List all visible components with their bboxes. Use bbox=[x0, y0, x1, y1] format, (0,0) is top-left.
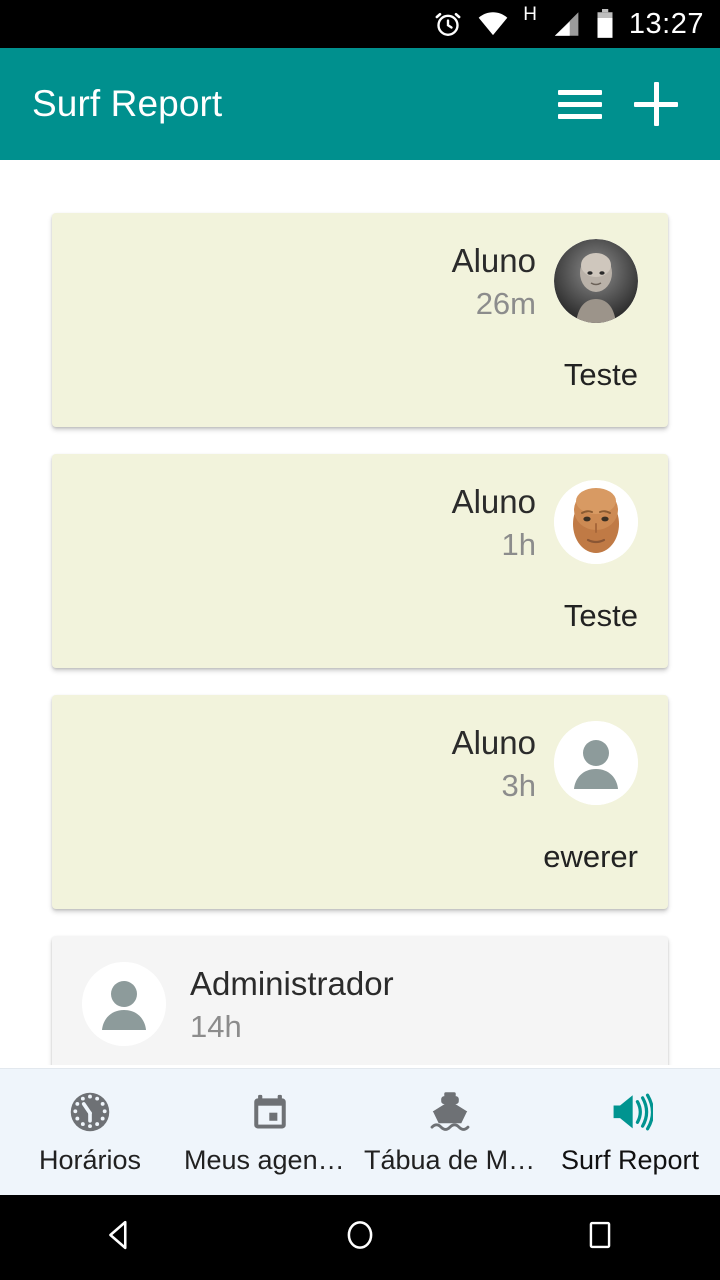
post-author: Aluno bbox=[451, 483, 536, 520]
home-button[interactable] bbox=[315, 1195, 405, 1280]
feed-list[interactable]: Aluno 26m Teste Aluno 1h Teste Aluno 3h … bbox=[0, 160, 720, 1065]
back-triangle-icon bbox=[102, 1217, 138, 1258]
status-bar: H 13:27 bbox=[0, 0, 720, 48]
add-button[interactable] bbox=[624, 72, 688, 136]
app-bar: Surf Report bbox=[0, 48, 720, 160]
post-author: Aluno bbox=[451, 242, 536, 279]
system-navigation-bar bbox=[0, 1195, 720, 1280]
menu-button[interactable] bbox=[548, 72, 612, 136]
page-title: Surf Report bbox=[32, 83, 223, 124]
recents-button[interactable] bbox=[555, 1195, 645, 1280]
post-meta: Aluno 1h bbox=[452, 480, 536, 566]
clock-icon bbox=[68, 1088, 112, 1136]
post-card[interactable]: Administrador 14h teste bbox=[52, 936, 668, 1065]
avatar[interactable] bbox=[82, 962, 166, 1046]
avatar[interactable] bbox=[554, 480, 638, 564]
post-meta: Administrador 14h bbox=[190, 962, 394, 1048]
hamburger-icon bbox=[558, 83, 602, 126]
phone-screen: H 13:27 Surf Report Aluno 26m Teste Alun… bbox=[0, 0, 720, 1280]
post-message: Teste bbox=[563, 598, 638, 633]
plus-icon bbox=[634, 82, 678, 126]
post-card[interactable]: Aluno 3h ewerer bbox=[52, 695, 668, 909]
nav-label: Horários bbox=[38, 1145, 142, 1175]
post-author: Administrador bbox=[190, 965, 394, 1002]
post-time: 1h bbox=[501, 527, 536, 562]
network-type-label: H bbox=[523, 4, 537, 25]
boat-icon bbox=[427, 1088, 473, 1136]
post-meta: Aluno 26m bbox=[452, 239, 536, 325]
feed-top-spacer bbox=[0, 160, 720, 213]
megaphone-icon bbox=[607, 1088, 653, 1136]
signal-icon bbox=[551, 7, 581, 41]
post-time: 3h bbox=[501, 768, 536, 803]
post-time: 14h bbox=[190, 1009, 242, 1044]
back-button[interactable] bbox=[75, 1195, 165, 1280]
recents-square-icon bbox=[583, 1218, 617, 1257]
nav-item-tabua-de-mares[interactable]: Tábua de Marés bbox=[360, 1088, 540, 1176]
bottom-navigation: Horários Meus agenda... Tábua de Mar Sur… bbox=[0, 1068, 720, 1195]
nav-item-surf-report[interactable]: Surf Report bbox=[540, 1088, 720, 1176]
status-bar-clock: 13:27 bbox=[628, 7, 704, 40]
post-header: Aluno 1h bbox=[82, 480, 638, 566]
avatar[interactable] bbox=[554, 239, 638, 323]
post-message: Teste bbox=[563, 357, 638, 392]
home-circle-icon bbox=[342, 1217, 378, 1258]
nav-label: Tábua de Marés bbox=[364, 1145, 536, 1175]
post-header: Administrador 14h bbox=[82, 962, 638, 1048]
calendar-icon bbox=[249, 1088, 291, 1136]
post-meta: Aluno 3h bbox=[452, 721, 536, 807]
nav-label: Meus agenda... bbox=[184, 1145, 356, 1175]
post-header: Aluno 3h bbox=[82, 721, 638, 807]
nav-label: Surf Report bbox=[560, 1145, 700, 1175]
post-author: Aluno bbox=[451, 724, 536, 761]
alarm-icon bbox=[433, 7, 463, 41]
post-card[interactable]: Aluno 26m Teste bbox=[52, 213, 668, 427]
avatar[interactable] bbox=[554, 721, 638, 805]
nav-item-meus-agendamentos[interactable]: Meus agenda... bbox=[180, 1088, 360, 1176]
post-message: ewerer bbox=[543, 839, 638, 874]
post-card[interactable]: Aluno 1h Teste bbox=[52, 454, 668, 668]
battery-icon bbox=[595, 7, 615, 41]
post-time: 26m bbox=[475, 286, 536, 321]
post-header: Aluno 26m bbox=[82, 239, 638, 325]
nav-item-horarios[interactable]: Horários bbox=[0, 1088, 180, 1176]
wifi-icon bbox=[477, 7, 509, 41]
